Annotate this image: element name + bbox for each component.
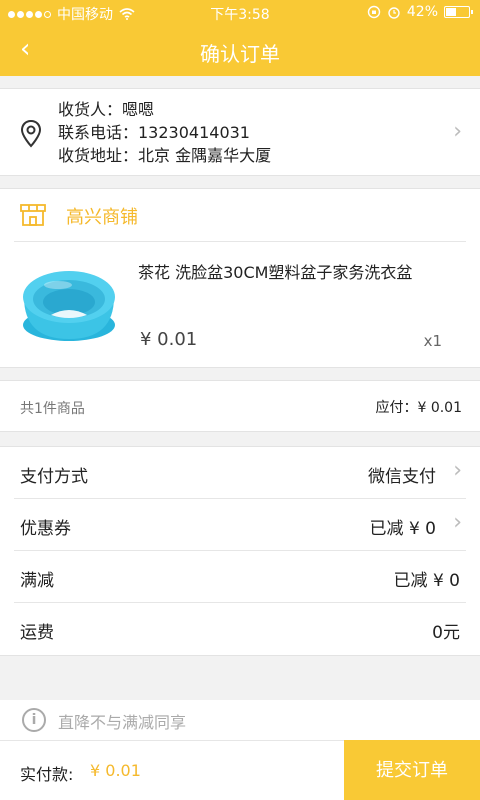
shop-header[interactable]: 高兴商铺 (0, 189, 480, 241)
actual-pay-amount: ¥ 0.01 (90, 761, 141, 780)
amount-due: 应付：¥ 0.01 (375, 400, 462, 416)
location-pin-icon (20, 119, 42, 148)
product-title[interactable]: 茶花 洗脸盆30CM塑料盆子家务洗衣盆 (138, 259, 438, 283)
product-quantity: x1 (423, 332, 442, 350)
info-icon: i (22, 708, 46, 732)
chevron-right-icon: › (453, 119, 462, 144)
discount-label: 满减 (20, 571, 54, 591)
shop-name: 高兴商铺 (66, 207, 138, 228)
item-count: 共1件商品 (20, 401, 85, 417)
chevron-right-icon: › (453, 458, 462, 483)
status-right: 42% (367, 4, 473, 20)
status-bar: 中国移动 下午3:58 42% (0, 0, 480, 26)
chevron-right-icon: › (453, 510, 462, 535)
orientation-lock-icon (367, 5, 381, 19)
shop-section: 高兴商铺 茶花 洗脸盆30CM塑料盆子家务洗衣盆 ¥ 0.01 x1 (0, 188, 480, 368)
coupon-label: 优惠券 (20, 519, 71, 539)
actual-pay-label: 实付款: (20, 765, 74, 784)
address-lines: 收货人：嗯嗯 联系电话：13230414031 收货地址：北京 金隅嘉华大厦 (58, 98, 271, 167)
shipping-value: 0元 (432, 623, 460, 643)
payment-method-value: 微信支付 (368, 467, 436, 487)
payment-method-label: 支付方式 (20, 467, 88, 487)
store-icon (20, 204, 46, 226)
payment-method-row[interactable]: 支付方式 微信支付 › (0, 447, 480, 499)
page-title: 确认订单 (200, 42, 280, 66)
submit-order-button[interactable]: 提交订单 (344, 740, 480, 800)
product-price: ¥ 0.01 (140, 329, 198, 350)
product-image[interactable] (18, 255, 120, 355)
discount-row: 满减 已减 ¥ 0 (0, 551, 480, 603)
coupon-value: 已减 ¥ 0 (369, 519, 436, 539)
order-options: 支付方式 微信支付 › 优惠券 已减 ¥ 0 › 满减 已减 ¥ 0 运费 0元 (0, 446, 480, 656)
nav-bar: ‹ 确认订单 (0, 26, 480, 76)
battery-percent: 42% (406, 4, 438, 20)
shipping-label: 运费 (20, 623, 54, 643)
notice-text: 直降不与满减同享 (58, 713, 187, 732)
discount-value: 已减 ¥ 0 (393, 571, 460, 591)
checkout-bar: 实付款: ¥ 0.01 提交订单 (0, 740, 480, 800)
receiver-address: 收货地址：北京 金隅嘉华大厦 (58, 146, 272, 165)
battery-icon (444, 6, 473, 18)
shipping-row: 运费 0元 (0, 603, 480, 655)
receiver-phone: 联系电话：13230414031 (58, 123, 250, 142)
address-card[interactable]: 收货人：嗯嗯 联系电话：13230414031 收货地址：北京 金隅嘉华大厦 › (0, 88, 480, 176)
alarm-icon (388, 7, 400, 19)
divider (14, 241, 466, 242)
receiver-name: 收货人：嗯嗯 (58, 100, 155, 119)
coupon-row[interactable]: 优惠券 已减 ¥ 0 › (0, 499, 480, 551)
order-summary: 共1件商品 应付：¥ 0.01 (0, 380, 480, 432)
promo-notice: i 直降不与满减同享 (0, 700, 480, 740)
